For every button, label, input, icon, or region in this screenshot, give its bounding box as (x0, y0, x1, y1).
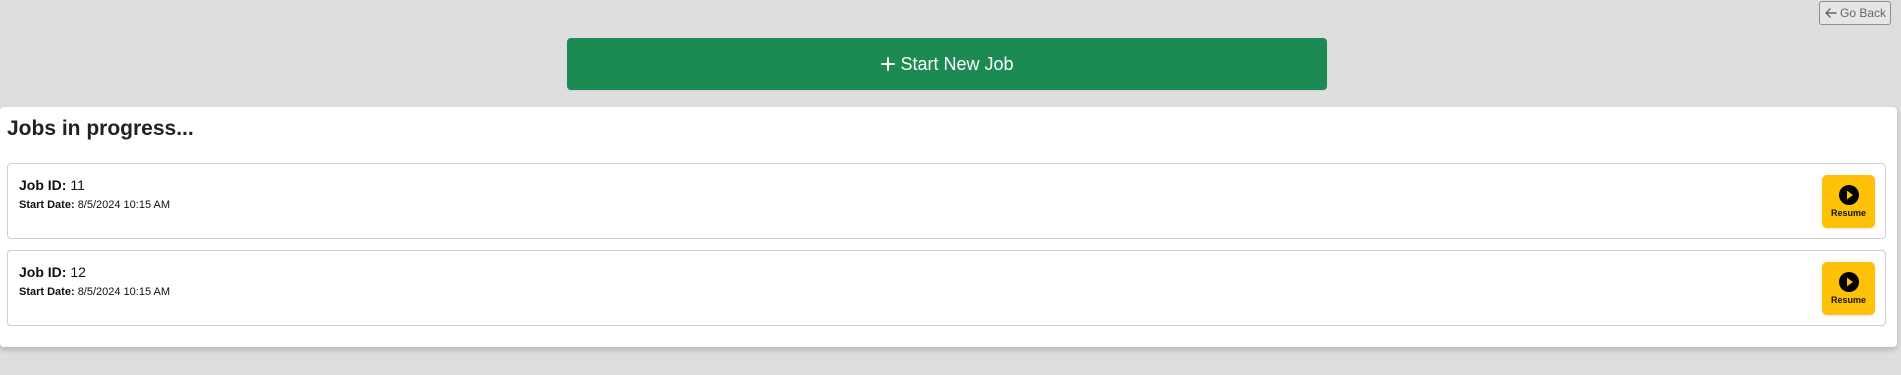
arrow-left-icon (1824, 7, 1838, 19)
start-date-value: 8/5/2024 10:15 AM (77, 286, 171, 298)
start-date-row: Start Date: 8/5/2024 10:15 AM (19, 199, 170, 211)
resume-button[interactable]: Resume (1822, 175, 1875, 228)
resume-label: Resume (1830, 295, 1866, 305)
start-date-label: Start Date: (19, 199, 75, 211)
start-date-row: Start Date: 8/5/2024 10:15 AM (19, 286, 170, 298)
job-id-value: 11 (70, 177, 85, 193)
job-id-label: Job ID: (19, 264, 67, 280)
play-circle-icon (1838, 272, 1859, 292)
resume-label: Resume (1830, 208, 1866, 218)
job-id-value: 12 (70, 264, 86, 280)
go-back-label: Go Back (1839, 6, 1887, 20)
panel-title: Jobs in progress... (7, 117, 194, 140)
play-circle-icon (1838, 185, 1859, 205)
jobs-in-progress-panel: Jobs in progress... Job ID: 11 Start Dat… (0, 107, 1897, 347)
start-new-job-label: Start New Job (900, 53, 1014, 74)
go-back-button[interactable]: Go Back (1819, 1, 1891, 25)
job-card: Job ID: 11 Start Date: 8/5/2024 10:15 AM… (7, 163, 1886, 239)
start-new-job-button[interactable]: Start New Job (567, 38, 1327, 90)
resume-button[interactable]: Resume (1822, 262, 1875, 315)
start-date-value: 8/5/2024 10:15 AM (77, 199, 171, 211)
job-id-row: Job ID: 12 (19, 264, 86, 280)
job-id-row: Job ID: 11 (19, 177, 85, 193)
job-card: Job ID: 12 Start Date: 8/5/2024 10:15 AM… (7, 250, 1886, 326)
job-id-label: Job ID: (19, 177, 67, 193)
plus-icon (880, 56, 896, 72)
start-date-label: Start Date: (19, 286, 75, 298)
